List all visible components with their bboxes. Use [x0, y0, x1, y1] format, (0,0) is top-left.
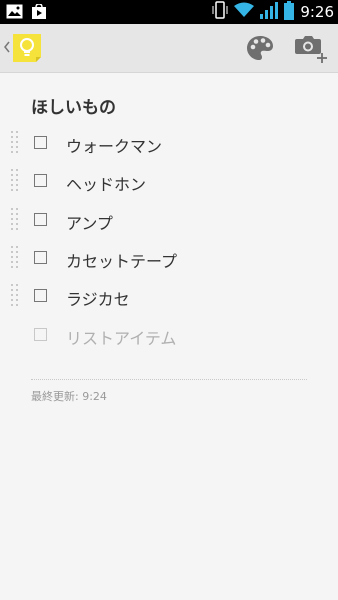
- item-text[interactable]: カセットテープ: [66, 248, 177, 272]
- status-bar: 9:26: [0, 0, 338, 24]
- play-store-notification-icon: [31, 3, 47, 23]
- new-list-item[interactable]: リストアイテム: [0, 318, 338, 352]
- item-checkbox[interactable]: [34, 213, 47, 226]
- list-item[interactable]: ラジカセ: [0, 279, 338, 313]
- signal-icon: [260, 1, 279, 23]
- item-text[interactable]: ラジカセ: [66, 286, 130, 310]
- item-checkbox[interactable]: [34, 251, 47, 264]
- gallery-notification-icon: [6, 4, 23, 23]
- wifi-icon: [234, 2, 255, 22]
- note-title[interactable]: ほしいもの: [31, 93, 116, 118]
- item-checkbox[interactable]: [34, 289, 47, 302]
- item-checkbox[interactable]: [34, 174, 47, 187]
- drag-handle-icon[interactable]: [11, 245, 19, 271]
- action-bar: [0, 24, 338, 73]
- item-text[interactable]: ヘッドホン: [66, 171, 146, 195]
- list-item[interactable]: カセットテープ: [0, 241, 338, 275]
- status-time: 9:26: [300, 3, 334, 21]
- new-item-checkbox: [34, 328, 47, 341]
- drag-handle-icon[interactable]: [11, 207, 19, 233]
- drag-handle-icon[interactable]: [11, 130, 19, 156]
- drag-handle-icon[interactable]: [11, 283, 19, 309]
- item-checkbox[interactable]: [34, 136, 47, 149]
- list-item[interactable]: ヘッドホン: [0, 164, 338, 198]
- drag-handle-icon[interactable]: [11, 168, 19, 194]
- new-item-placeholder[interactable]: リストアイテム: [66, 325, 176, 349]
- chevron-left-icon[interactable]: [3, 37, 11, 61]
- list-item[interactable]: ウォークマン: [0, 126, 338, 160]
- keep-lightbulb-icon[interactable]: [12, 33, 42, 67]
- list-item[interactable]: アンプ: [0, 203, 338, 237]
- item-text[interactable]: アンプ: [66, 210, 113, 234]
- divider: [31, 379, 307, 380]
- battery-icon: [284, 0, 295, 24]
- palette-icon[interactable]: [246, 35, 274, 61]
- add-photo-icon[interactable]: [294, 33, 330, 65]
- last-updated: 最終更新: 9:24: [31, 390, 107, 403]
- phone-vibrate-icon: [212, 0, 228, 24]
- item-text[interactable]: ウォークマン: [66, 133, 162, 157]
